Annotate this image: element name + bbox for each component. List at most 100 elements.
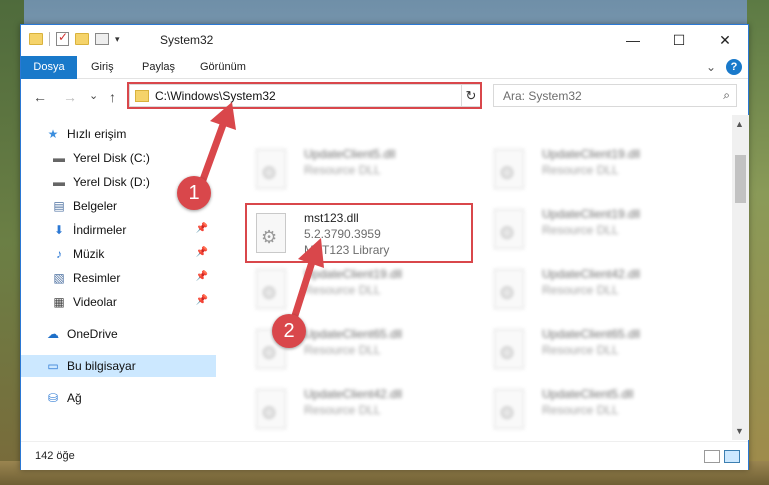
step-badge-1: 1 [177, 176, 211, 210]
file-type: Resource DLL [304, 283, 381, 297]
sidebar-item-network[interactable]: ⛁ Ağ [21, 387, 216, 409]
drive-icon: ▬ [53, 175, 65, 189]
window-controls: — ☐ ✕ [610, 25, 748, 55]
customize-toolbar-icon[interactable] [95, 33, 109, 45]
dll-file-icon: ⚙ [494, 389, 524, 429]
tab-paylas[interactable]: Paylaş [142, 56, 175, 79]
file-name: UpdateClient19.dll [542, 147, 641, 161]
navigation-bar: ← → ⌄ ↑ C:\Windows\System32 ⌄ ↻ Ara: Sys… [21, 79, 748, 115]
tab-gorunum[interactable]: Görünüm [200, 56, 246, 79]
tab-giris[interactable]: Giriş [91, 56, 114, 79]
pin-icon[interactable]: 📌 [196, 247, 208, 258]
help-icon[interactable]: ? [726, 59, 742, 75]
new-folder-icon[interactable] [75, 33, 89, 45]
sidebar-item-quick-access[interactable]: ★ Hızlı erişim [21, 123, 216, 145]
file-item[interactable]: ⚙ UpdateClient19.dll Resource DLL [246, 261, 466, 317]
file-name: UpdateClient65.dll [542, 327, 641, 341]
tab-dosya[interactable]: Dosya [21, 56, 77, 79]
minimize-button[interactable]: — [610, 25, 656, 55]
up-arrow-icon[interactable]: ↑ [109, 89, 116, 105]
toolbar-dropdown-icon[interactable]: ▾ [115, 34, 120, 45]
dll-file-icon: ⚙ [256, 149, 286, 189]
folder-icon[interactable] [29, 33, 43, 45]
background-foliage-right [747, 0, 769, 485]
dll-file-icon: ⚙ [494, 269, 524, 309]
forward-arrow-icon[interactable]: → [63, 89, 77, 105]
file-type: Resource DLL [542, 343, 619, 357]
pictures-icon: ▧ [53, 271, 65, 285]
file-item[interactable]: ⚙ UpdateClient65.dll Resource DLL [484, 321, 704, 377]
close-button[interactable]: ✕ [702, 25, 748, 55]
dll-file-icon: ⚙ [494, 149, 524, 189]
ribbon-tabs: Dosya Giriş Paylaş Görünüm ⌄ ? [21, 56, 748, 79]
file-type: Resource DLL [304, 343, 381, 357]
gear-icon: ⚙ [499, 223, 516, 243]
scroll-up-icon[interactable]: ▲ [735, 119, 744, 129]
download-icon: ⬇ [53, 223, 65, 237]
gear-icon: ⚙ [499, 283, 516, 303]
file-item[interactable]: ⚙ UpdateClient5.dll Resource DLL [484, 381, 704, 437]
pin-icon[interactable]: 📌 [196, 223, 208, 234]
gear-icon: ⚙ [499, 403, 516, 423]
file-type: Resource DLL [542, 403, 619, 417]
tiles-view-icon[interactable] [724, 450, 740, 463]
star-icon: ★ [47, 127, 59, 141]
scrollbar-thumb[interactable] [735, 155, 746, 203]
maximize-button[interactable]: ☐ [656, 25, 702, 55]
pin-icon[interactable]: 📌 [196, 271, 208, 282]
gear-icon: ⚙ [261, 163, 278, 183]
sidebar-item-this-pc[interactable]: ▭ Bu bilgisayar [21, 355, 216, 377]
file-item[interactable]: ⚙ UpdateClient19.dll Resource DLL [484, 201, 704, 257]
sidebar-item-label: Müzik [73, 247, 105, 261]
sidebar-item-label: Yerel Disk (D:) [73, 175, 150, 189]
dll-file-icon: ⚙ [256, 389, 286, 429]
file-item[interactable]: ⚙ UpdateClient19.dll Resource DLL [484, 141, 704, 197]
gear-icon: ⚙ [499, 343, 516, 363]
file-name: UpdateClient42.dll [304, 387, 403, 401]
sidebar-item-videos[interactable]: ▦ Videolar 📌 [21, 291, 216, 313]
sidebar-item-label: Belgeler [73, 199, 118, 213]
file-name: UpdateClient5.dll [542, 387, 634, 401]
view-switcher [704, 450, 740, 463]
toolbar-separator [49, 32, 50, 46]
pin-icon[interactable]: 📌 [196, 295, 208, 306]
properties-check-icon[interactable] [56, 30, 69, 46]
file-item[interactable]: ⚙ UpdateClient42.dll Resource DLL [246, 381, 466, 437]
sidebar-item-music[interactable]: ♪ Müzik 📌 [21, 243, 216, 265]
network-icon: ⛁ [47, 391, 59, 405]
vertical-scrollbar[interactable]: ▲ ▼ [732, 115, 749, 440]
step-badge-2: 2 [272, 314, 306, 348]
navigation-pane: ★ Hızlı erişim ▬ Yerel Disk (C:) ▬ Yerel… [21, 115, 216, 440]
sidebar-item-local-disk-c[interactable]: ▬ Yerel Disk (C:) [21, 147, 216, 169]
status-bar: 142 öğe [21, 441, 748, 470]
file-name: UpdateClient42.dll [542, 267, 641, 281]
file-explorer-window: ▾ System32 — ☐ ✕ Dosya Giriş Paylaş Görü… [20, 24, 749, 470]
computer-icon: ▭ [47, 359, 59, 373]
drive-icon: ▬ [53, 151, 65, 165]
search-input[interactable]: Ara: System32 ⌕ [493, 84, 737, 107]
file-item[interactable]: ⚙ UpdateClient42.dll Resource DLL [484, 261, 704, 317]
gear-icon: ⚙ [261, 343, 278, 363]
file-highlight-box [245, 203, 473, 263]
sidebar-item-label: Yerel Disk (C:) [73, 151, 150, 165]
scroll-down-icon[interactable]: ▼ [735, 426, 744, 436]
file-type: Resource DLL [304, 163, 381, 177]
window-title: System32 [160, 33, 214, 47]
sidebar-item-label: Ağ [67, 391, 82, 405]
dll-file-icon: ⚙ [494, 209, 524, 249]
back-arrow-icon[interactable]: ← [33, 89, 47, 105]
search-icon[interactable]: ⌕ [723, 88, 730, 103]
title-bar: ▾ System32 — ☐ ✕ [21, 25, 748, 56]
dll-file-icon: ⚙ [494, 329, 524, 369]
item-count: 142 öğe [35, 450, 75, 462]
sidebar-item-onedrive[interactable]: ☁ OneDrive [21, 323, 216, 345]
file-name: UpdateClient19.dll [542, 207, 641, 221]
details-view-icon[interactable] [704, 450, 720, 463]
recent-locations-icon[interactable]: ⌄ [89, 89, 98, 102]
file-list: ⚙ UpdateClient5.dll Resource DLL ⚙ mst12… [226, 115, 732, 440]
file-item[interactable]: ⚙ UpdateClient5.dll Resource DLL [246, 141, 466, 197]
sidebar-item-pictures[interactable]: ▧ Resimler 📌 [21, 267, 216, 289]
sidebar-item-downloads[interactable]: ⬇ İndirmeler 📌 [21, 219, 216, 241]
expand-ribbon-icon[interactable]: ⌄ [706, 60, 716, 74]
address-highlight-box [127, 82, 482, 109]
